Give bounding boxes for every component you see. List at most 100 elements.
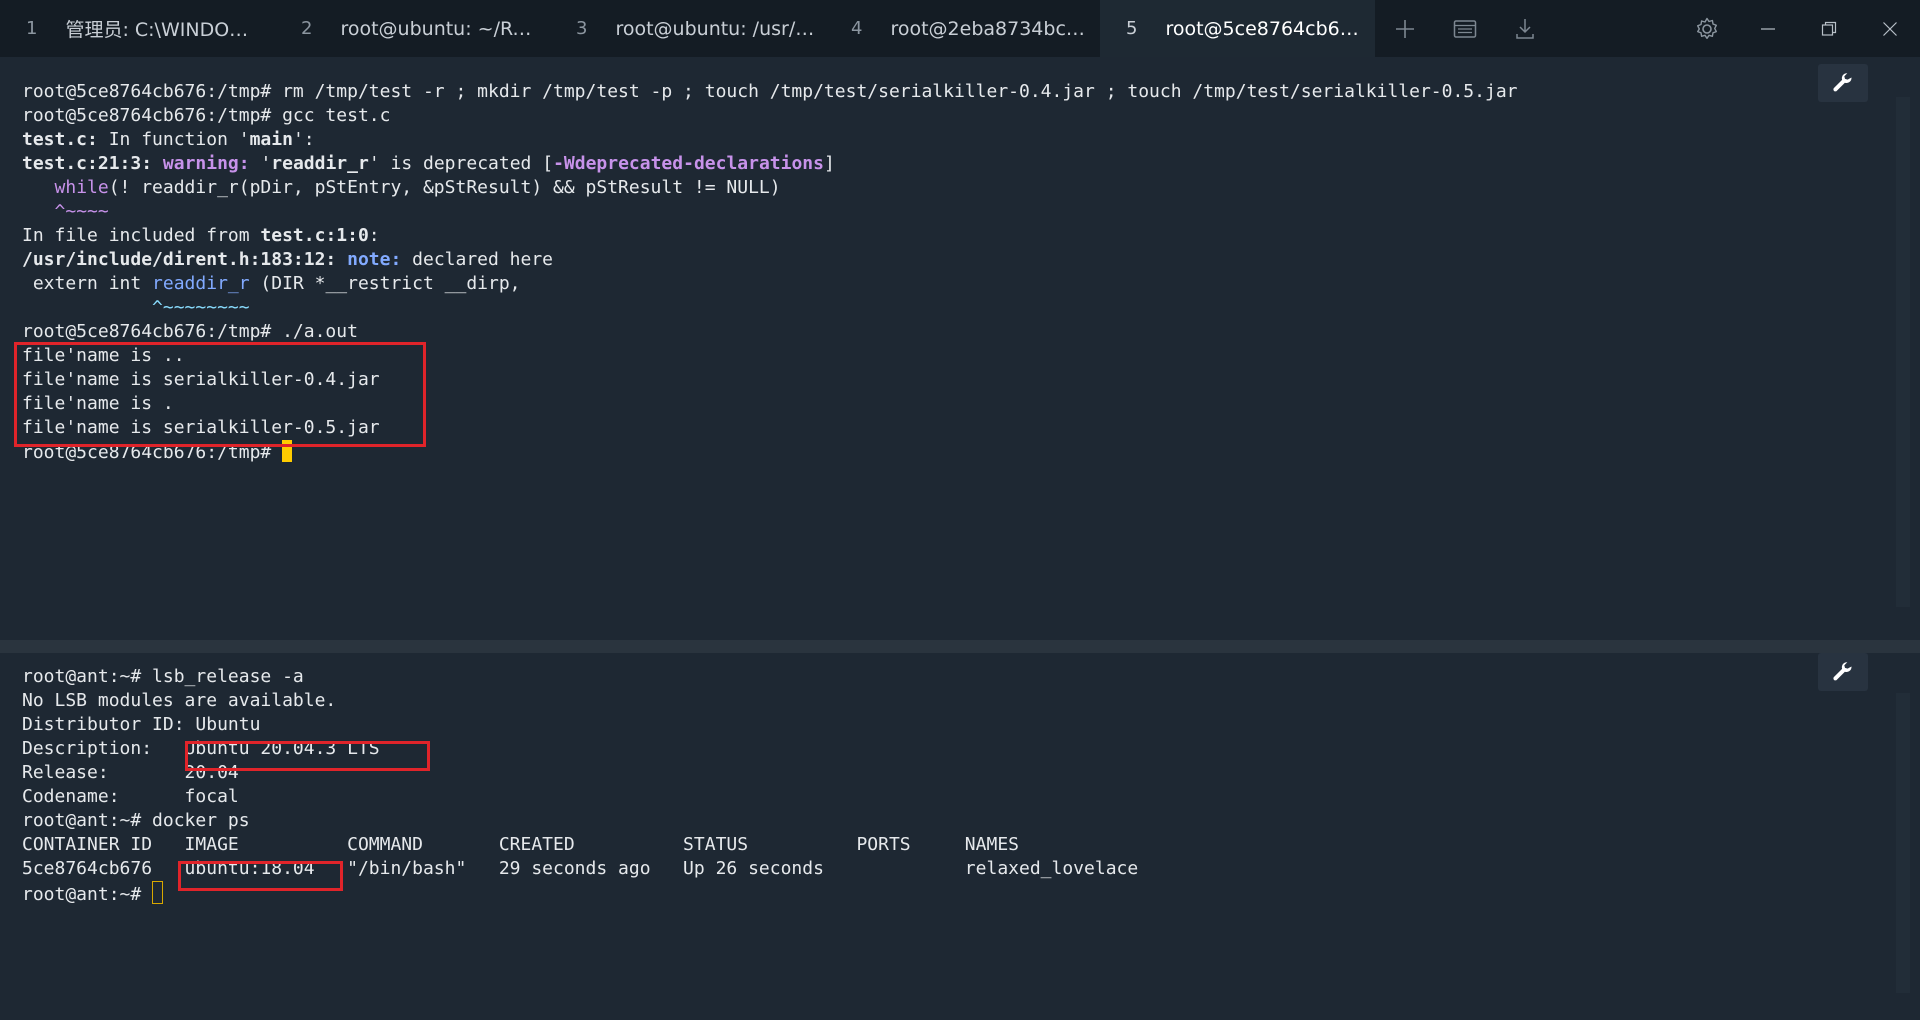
- terminal-line: No LSB modules are available.: [22, 689, 1138, 713]
- terminal-pane-bottom[interactable]: root@ant:~# lsb_release -a No LSB modules…: [0, 653, 1920, 1020]
- terminal-line: root@ant:~# lsb_release -a: [22, 665, 1138, 689]
- terminal-line: ^~~~~: [22, 200, 1518, 224]
- terminal-line: file'name is serialkiller-0.4.jar: [22, 368, 1518, 392]
- tab-title: root@ubuntu: ~/Redis: [340, 17, 541, 40]
- terminal-line: Distributor ID: Ubuntu: [22, 713, 1138, 737]
- tab-number: 4: [851, 18, 863, 39]
- terminal-line: Release: 20.04: [22, 761, 1138, 785]
- terminal-text: root@5ce8764cb676:/tmp# ./a.out: [22, 321, 358, 342]
- terminal-text: /usr/include/dirent.h:183:12:: [22, 249, 348, 270]
- terminal-text: while: [54, 177, 109, 198]
- terminal-line: In file included from test.c:1:0:: [22, 224, 1518, 248]
- terminal-cursor: [282, 440, 293, 462]
- terminal-line: file'name is serialkiller-0.5.jar: [22, 416, 1518, 440]
- terminal-text: root@5ce8764cb676:/tmp#: [22, 442, 283, 463]
- terminal-text: (DIR *__restrict __dirp,: [249, 273, 521, 294]
- terminal-text: Codename: focal: [22, 786, 239, 807]
- terminal-text: In file included from: [22, 225, 261, 246]
- terminal-text: test.c:1:0: [260, 225, 369, 246]
- minimize-icon[interactable]: [1737, 0, 1798, 57]
- terminal-text: file'name is serialkiller-0.4.jar: [22, 369, 380, 390]
- terminal-text: ]: [824, 153, 835, 174]
- tab-title: root@ubuntu: /usr/local: [615, 17, 815, 40]
- restore-icon[interactable]: [1798, 0, 1859, 57]
- terminal-text: file'name is .: [22, 393, 174, 414]
- wrench-icon[interactable]: [1818, 64, 1868, 102]
- terminal-text: Description: Ubuntu 20.04.3 LTS: [22, 738, 380, 759]
- tab-title: root@5ce8764cb676: /tmp: [1165, 17, 1366, 40]
- terminal-text: 5ce8764cb676 ubuntu:18.04 "/bin/bash" 29…: [22, 858, 1139, 879]
- terminal-line: 5ce8764cb676 ubuntu:18.04 "/bin/bash" 29…: [22, 857, 1138, 881]
- terminal-text: ^~~~~~~~~: [152, 297, 250, 318]
- tab-number: 3: [576, 18, 588, 39]
- scrollbar-bottom[interactable]: [1896, 693, 1910, 993]
- terminal-text: (! readdir_r(pDir, pStEntry, &pStResult)…: [108, 177, 781, 198]
- terminal-text: test.c:: [22, 129, 98, 150]
- terminal-text: root@ant:~# lsb_release -a: [22, 666, 304, 687]
- gear-icon[interactable]: [1676, 0, 1737, 57]
- wrench-icon[interactable]: [1818, 653, 1868, 691]
- terminal-line: Description: Ubuntu 20.04.3 LTS: [22, 737, 1138, 761]
- terminal-output-bottom: root@ant:~# lsb_release -a No LSB modules…: [22, 665, 1138, 905]
- download-icon[interactable]: [1495, 0, 1555, 57]
- terminal-line: /usr/include/dirent.h:183:12: note: decl…: [22, 248, 1518, 272]
- terminal-line: test.c:21:3: warning: 'readdir_r' is dep…: [22, 152, 1518, 176]
- terminal-line: root@5ce8764cb676:/tmp# rm /tmp/test -r …: [22, 80, 1518, 104]
- terminal-pane-top[interactable]: root@5ce8764cb676:/tmp# rm /tmp/test -r …: [0, 57, 1920, 640]
- terminal-line: file'name is ..: [22, 344, 1518, 368]
- terminal-line: root@ant:~# docker ps: [22, 809, 1138, 833]
- terminal-line: extern int readdir_r (DIR *__restrict __…: [22, 272, 1518, 296]
- tab-2[interactable]: 2 root@ubuntu: ~/Redis: [275, 0, 550, 57]
- terminal-text: ':: [292, 129, 315, 150]
- terminal-text: root@ant:~# docker ps: [22, 810, 250, 831]
- terminal-cursor: [152, 881, 164, 904]
- tab-bar-spacer[interactable]: [1555, 0, 1676, 57]
- terminal-line: file'name is .: [22, 392, 1518, 416]
- terminal-text: Release: 20.04: [22, 762, 239, 783]
- terminal-line: root@5ce8764cb676:/tmp#: [22, 440, 1518, 464]
- tab-4[interactable]: 4 root@2eba8734bcf0: /: [825, 0, 1100, 57]
- terminal-text: test.c:21:3:: [22, 153, 163, 174]
- terminal-text: No LSB modules are available.: [22, 690, 337, 711]
- tab-number: 2: [301, 18, 313, 39]
- tab-5-active[interactable]: 5 root@5ce8764cb676: /tmp: [1100, 0, 1375, 57]
- terminal-text: root@5ce8764cb676:/tmp# gcc test.c: [22, 105, 391, 126]
- terminal-text: note:: [347, 249, 413, 270]
- terminal-text: declared here: [412, 249, 554, 270]
- scrollbar-top[interactable]: [1896, 97, 1910, 607]
- tab-title: root@2eba8734bcf0: /: [890, 17, 1091, 40]
- pane-divider[interactable]: [0, 640, 1920, 653]
- terminal-text: Distributor ID: Ubuntu: [22, 714, 261, 735]
- terminal-text: file'name is ..: [22, 345, 185, 366]
- tab-number: 1: [26, 18, 38, 39]
- plus-icon[interactable]: [1375, 0, 1435, 57]
- terminal-line: ^~~~~~~~~: [22, 296, 1518, 320]
- terminal-output-top: root@5ce8764cb676:/tmp# rm /tmp/test -r …: [22, 80, 1518, 464]
- terminal-text: root@ant:~#: [22, 884, 153, 905]
- terminal-text: warning:: [162, 153, 261, 174]
- close-icon[interactable]: [1859, 0, 1920, 57]
- tab-3[interactable]: 3 root@ubuntu: /usr/local: [550, 0, 825, 57]
- terminal-line: CONTAINER ID IMAGE COMMAND CREATED STATU…: [22, 833, 1138, 857]
- terminal-line: root@5ce8764cb676:/tmp# ./a.out: [22, 320, 1518, 344]
- terminal-text: readdir_r: [271, 153, 369, 174]
- terminal-text: main: [249, 129, 293, 150]
- terminal-text: file'name is serialkiller-0.5.jar: [22, 417, 380, 438]
- terminal-text: ': [260, 153, 272, 174]
- tab-1[interactable]: 1 管理员: C:\WINDOWS\system32\cmd.exe: [0, 0, 275, 57]
- terminal-text: root@5ce8764cb676:/tmp# rm /tmp/test -r …: [22, 81, 1518, 102]
- terminal-text: :: [368, 225, 380, 246]
- tab-number: 5: [1126, 18, 1138, 39]
- terminal-text: readdir_r: [152, 273, 250, 294]
- terminal-line: test.c: In function 'main':: [22, 128, 1518, 152]
- terminal-text: extern int: [22, 273, 153, 294]
- terminal-line: Codename: focal: [22, 785, 1138, 809]
- terminal-text: -Wdeprecated-declarations: [553, 153, 824, 174]
- terminal-line: root@5ce8764cb676:/tmp# gcc test.c: [22, 104, 1518, 128]
- split-pane-icon[interactable]: [1435, 0, 1495, 57]
- terminal-line: root@ant:~#: [22, 881, 1138, 905]
- tab-bar: 1 管理员: C:\WINDOWS\system32\cmd.exe 2 roo…: [0, 0, 1920, 57]
